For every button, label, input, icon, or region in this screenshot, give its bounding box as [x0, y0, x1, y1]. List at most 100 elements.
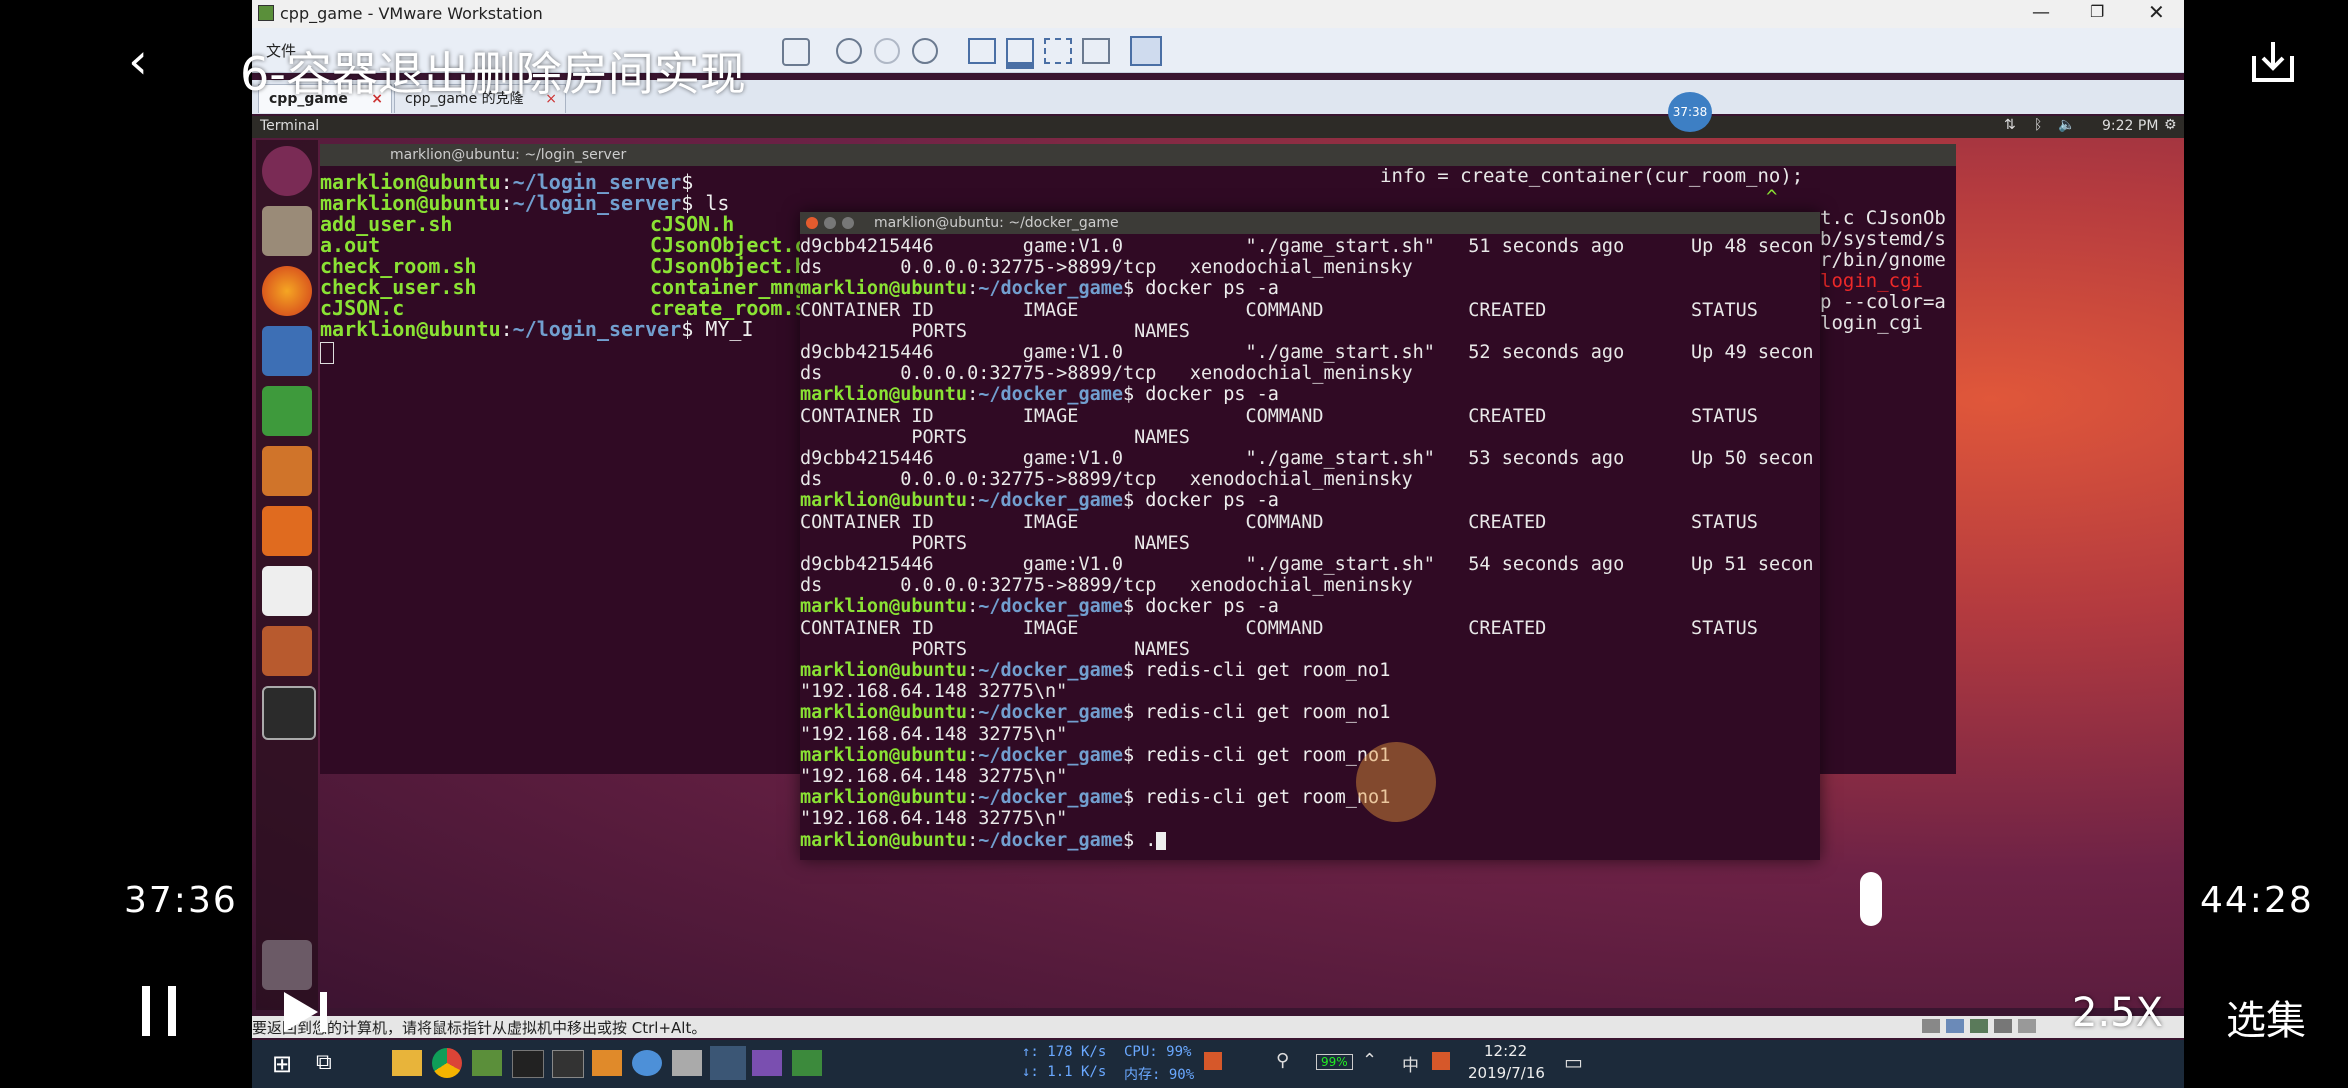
command-text: redis-cli get room_no1: [1134, 702, 1391, 724]
terminal-launcher-icon[interactable]: [262, 686, 316, 740]
output-line: d9cbb4215446 game:V1.0 "./game_start.sh"…: [800, 342, 1814, 364]
tray-app-icon[interactable]: [1204, 1052, 1222, 1070]
editor-line: info = create_container(cur_room_no);: [1380, 165, 1804, 187]
taskbar-time[interactable]: 12:22: [1484, 1042, 1527, 1060]
snapshot-icon[interactable]: [836, 38, 862, 64]
firefox-icon[interactable]: [262, 266, 312, 316]
prompt-path: ~/docker_game: [978, 660, 1124, 682]
app-blue-icon[interactable]: [632, 1050, 662, 1076]
app-gray-icon[interactable]: [672, 1050, 702, 1076]
next-episode-icon[interactable]: [282, 990, 330, 1034]
calc-icon[interactable]: [262, 386, 312, 436]
close-icon[interactable]: [806, 217, 818, 229]
prompt-path: ~/docker_game: [978, 384, 1124, 406]
network-icon[interactable]: ⇅: [2004, 117, 2016, 133]
terminal-app-icon[interactable]: [512, 1050, 544, 1078]
battery-icon[interactable]: 99%: [1316, 1054, 1353, 1070]
chevron-up-icon[interactable]: ⌃: [1362, 1050, 1377, 1071]
device-cd-icon[interactable]: [1946, 1019, 1964, 1033]
ubuntu-dash-icon[interactable]: [262, 146, 312, 196]
command-text: redis-cli get room_no1: [1134, 660, 1391, 682]
close-icon[interactable]: ✕: [2148, 0, 2165, 24]
writer-icon[interactable]: [262, 326, 312, 376]
software-center-icon[interactable]: [262, 506, 312, 556]
minimize-icon[interactable]: —: [2032, 2, 2050, 23]
snapshot-restore-icon[interactable]: [874, 38, 900, 64]
prompt-user: marklion@ubuntu: [800, 384, 968, 406]
task-view-icon[interactable]: ⧉: [316, 1050, 332, 1075]
sogou-icon[interactable]: [1432, 1052, 1450, 1070]
cpu-usage: CPU: 99%: [1124, 1044, 1192, 1060]
prompt-path: ~/docker_game: [978, 744, 1124, 766]
prompt-path: ~/docker_game: [978, 702, 1124, 724]
command-text: redis-cli get room_no1: [1134, 787, 1391, 809]
notepad-icon[interactable]: [472, 1050, 502, 1076]
terminal-docker-game[interactable]: marklion@ubuntu: ~/docker_game d9cbb4215…: [800, 212, 1820, 860]
view-sidebar-icon[interactable]: [968, 38, 996, 64]
volume-icon[interactable]: 🔈: [2058, 117, 2075, 133]
vmware-taskbar-icon[interactable]: [710, 1046, 746, 1080]
pause-icon[interactable]: [142, 986, 178, 1036]
file-name: cJSON.c: [320, 296, 405, 320]
device-usb-icon[interactable]: [1994, 1019, 2012, 1033]
prompt-line: marklion@ubuntu:~/docker_game$ docker ps…: [800, 278, 1279, 300]
prompt-line: marklion@ubuntu:~/docker_game$ redis-cli…: [800, 787, 1391, 809]
trash-icon[interactable]: [262, 940, 312, 990]
app-green-icon[interactable]: [792, 1050, 822, 1076]
windows-start-icon[interactable]: ⊞: [272, 1050, 292, 1078]
output-line: "192.168.64.148 32775\n": [800, 766, 1068, 788]
prompt-line: marklion@ubuntu:~/docker_game$ redis-cli…: [800, 660, 1391, 682]
toolbar-print-icon[interactable]: [782, 38, 810, 66]
minimize-icon[interactable]: [824, 217, 836, 229]
amazon-icon[interactable]: [262, 566, 312, 616]
maximize-icon[interactable]: [842, 217, 854, 229]
system-settings-icon[interactable]: [262, 626, 312, 676]
device-sound-icon[interactable]: [2018, 1019, 2036, 1033]
device-hdd-icon[interactable]: [1922, 1019, 1940, 1033]
console-icon[interactable]: [552, 1050, 584, 1078]
terminal-output: d9cbb4215446 game:V1.0 "./game_start.sh"…: [800, 234, 1820, 851]
notification-icon[interactable]: ▭: [1564, 1050, 1583, 1074]
progress-thumb[interactable]: [1860, 872, 1882, 926]
output-line: "192.168.64.148 32775\n": [800, 808, 1068, 830]
device-network-icon[interactable]: [1970, 1019, 1988, 1033]
files-icon[interactable]: [262, 206, 312, 256]
output-line: "192.168.64.148 32775\n": [800, 681, 1068, 703]
restore-icon[interactable]: ❐: [2090, 2, 2104, 21]
preferences-icon[interactable]: [1130, 36, 1162, 66]
explorer-icon[interactable]: [392, 1050, 422, 1076]
video-title: 6-容器退出删除房间实现: [240, 47, 746, 101]
output-line: ds 0.0.0.0:32775->8899/tcp xenodochial_m…: [800, 575, 1413, 597]
output-line: PORTS NAMES: [800, 320, 1190, 342]
output-line: CONTAINER ID IMAGE COMMAND CREATED STATU…: [800, 511, 1758, 533]
view-console-icon[interactable]: [1006, 38, 1034, 69]
back-arrow-icon[interactable]: ‹: [128, 36, 148, 86]
output-line: PORTS NAMES: [800, 532, 1190, 554]
prompt-user: marklion@ubuntu: [800, 596, 968, 618]
fullscreen-icon[interactable]: [1044, 38, 1072, 64]
command-text: .: [1134, 829, 1157, 851]
ime-indicator[interactable]: 中: [1402, 1051, 1419, 1076]
visual-studio-icon[interactable]: [752, 1050, 782, 1076]
people-icon[interactable]: ⚲: [1276, 1050, 1289, 1071]
prompt-user: marklion@ubuntu: [800, 490, 968, 512]
terminal-title-bar: marklion@ubuntu: ~/docker_game: [800, 212, 1820, 234]
prompt-user: marklion@ubuntu: [800, 660, 968, 682]
prompt-path: ~/docker_game: [978, 490, 1124, 512]
chrome-icon[interactable]: [432, 1048, 462, 1078]
settings-gear-icon[interactable]: ⚙: [2164, 117, 2177, 133]
vmware-app-icon: [258, 5, 274, 21]
unity-icon[interactable]: [1082, 38, 1110, 64]
impress-icon[interactable]: [262, 446, 312, 496]
ubuntu-clock[interactable]: 9:22 PM: [2102, 118, 2158, 134]
download-icon[interactable]: [2250, 38, 2296, 84]
bluetooth-icon[interactable]: ᛒ: [2034, 117, 2042, 133]
prompt-line: marklion@ubuntu:~/docker_game$ .: [800, 830, 1820, 851]
command-text: docker ps -a: [1134, 384, 1279, 406]
output-line: PORTS NAMES: [800, 426, 1190, 448]
snapshot-manager-icon[interactable]: [912, 38, 938, 64]
episodes-button[interactable]: 选集: [2226, 988, 2306, 1046]
playback-speed[interactable]: 2.5X: [2072, 990, 2163, 1036]
app-orange-icon[interactable]: [592, 1050, 622, 1076]
taskbar-date[interactable]: 2019/7/16: [1468, 1064, 1545, 1082]
